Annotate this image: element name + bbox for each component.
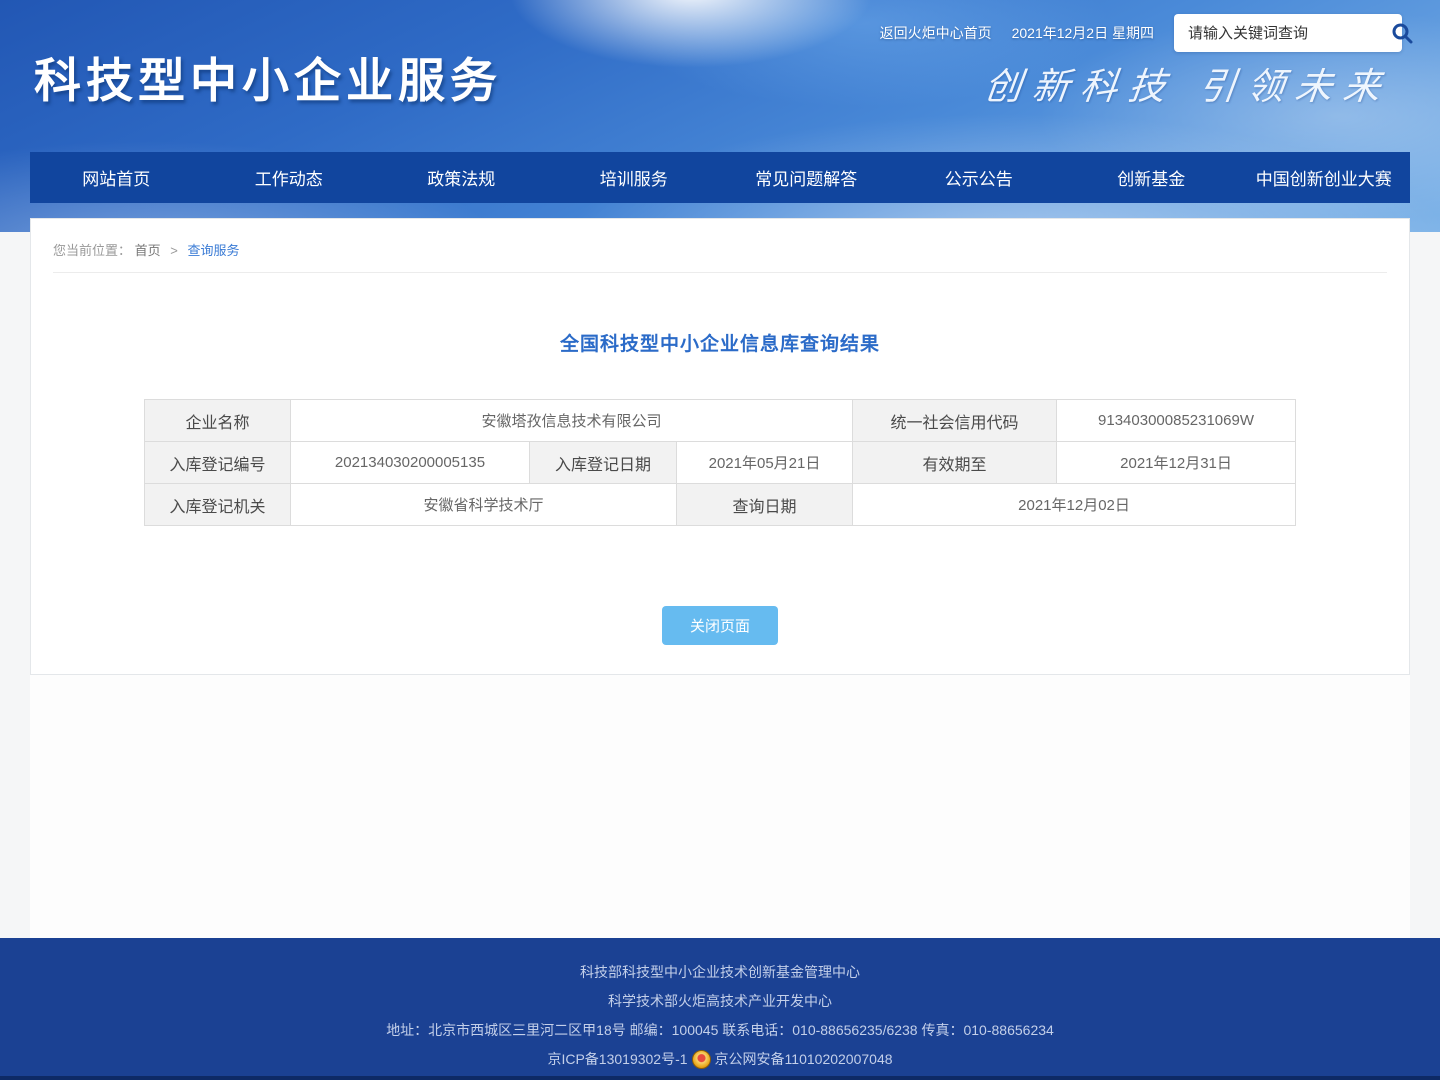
content-extension [30,675,1410,938]
police-record-link[interactable]: 京公网安备11010202007048 [715,1051,893,1067]
breadcrumb-prefix: 您当前位置： [53,243,131,258]
topbar: 返回火炬中心首页 2021年12月2日 星期四 [880,14,1402,52]
value-query-date: 2021年12月02日 [853,484,1296,526]
breadcrumb: 您当前位置： 首页 > 查询服务 [53,219,1387,273]
breadcrumb-current-link[interactable]: 查询服务 [188,243,240,258]
label-registration-date: 入库登记日期 [529,442,676,484]
page-title: 全国科技型中小企业信息库查询结果 [31,329,1409,356]
police-badge-icon [692,1050,711,1069]
nav-item-announcements[interactable]: 公示公告 [893,152,1066,203]
nav-item-training[interactable]: 培训服务 [548,152,721,203]
label-registration-number: 入库登记编号 [144,442,290,484]
main-nav: 网站首页 工作动态 政策法规 培训服务 常见问题解答 公示公告 创新基金 中国创… [30,152,1410,203]
return-torch-home-link[interactable]: 返回火炬中心首页 [880,23,992,43]
search-input[interactable] [1186,24,1389,43]
breadcrumb-separator: > [170,243,178,258]
nav-item-innovation-fund[interactable]: 创新基金 [1065,152,1238,203]
value-registration-authority: 安徽省科学技术厅 [290,484,676,526]
value-registration-date: 2021年05月21日 [676,442,852,484]
footer-icp-line: 京ICP备13019302号-1 京公网安备11010202007048 [0,1045,1440,1074]
footer-org-line1: 科技部科技型中小企业技术创新基金管理中心 [0,958,1440,987]
footer-org-line2: 科学技术部火炬高技术产业开发中心 [0,987,1440,1016]
current-date: 2021年12月2日 星期四 [1012,23,1154,43]
nav-item-faq[interactable]: 常见问题解答 [720,152,893,203]
close-page-button[interactable]: 关闭页面 [662,606,778,645]
nav-item-work-news[interactable]: 工作动态 [203,152,376,203]
site-footer: 科技部科技型中小企业技术创新基金管理中心 科学技术部火炬高技术产业开发中心 地址… [0,938,1440,1080]
site-slogan: 创新科技 引领未来 [982,56,1395,110]
label-query-date: 查询日期 [676,484,852,526]
value-credit-code: 91340300085231069W [1057,400,1296,442]
content-panel: 您当前位置： 首页 > 查询服务 全国科技型中小企业信息库查询结果 企业名称 安… [30,218,1410,675]
label-valid-until: 有效期至 [853,442,1057,484]
search-icon[interactable] [1389,20,1415,46]
breadcrumb-home-link[interactable]: 首页 [135,243,161,258]
label-credit-code: 统一社会信用代码 [853,400,1057,442]
value-company-name: 安徽塔孜信息技术有限公司 [290,400,852,442]
table-row: 入库登记机关 安徽省科学技术厅 查询日期 2021年12月02日 [144,484,1295,526]
value-registration-number: 202134030200005135 [290,442,529,484]
site-header: 返回火炬中心首页 2021年12月2日 星期四 科技型中小企业服务 创新科技 引… [0,0,1440,232]
footer-contact-line: 地址：北京市西城区三里河二区甲18号 邮编：100045 联系电话：010-88… [0,1016,1440,1045]
nav-item-policies[interactable]: 政策法规 [375,152,548,203]
query-result-table: 企业名称 安徽塔孜信息技术有限公司 统一社会信用代码 9134030008523… [144,399,1296,526]
value-valid-until: 2021年12月31日 [1057,442,1296,484]
table-row: 企业名称 安徽塔孜信息技术有限公司 统一社会信用代码 9134030008523… [144,400,1295,442]
nav-item-home[interactable]: 网站首页 [30,152,203,203]
table-row: 入库登记编号 202134030200005135 入库登记日期 2021年05… [144,442,1295,484]
search-box [1174,14,1402,52]
label-company-name: 企业名称 [144,400,290,442]
site-logo: 科技型中小企业服务 [34,42,502,111]
nav-item-competition[interactable]: 中国创新创业大赛 [1238,152,1411,203]
label-registration-authority: 入库登记机关 [144,484,290,526]
icp-record-link[interactable]: 京ICP备13019302号-1 [547,1051,687,1067]
